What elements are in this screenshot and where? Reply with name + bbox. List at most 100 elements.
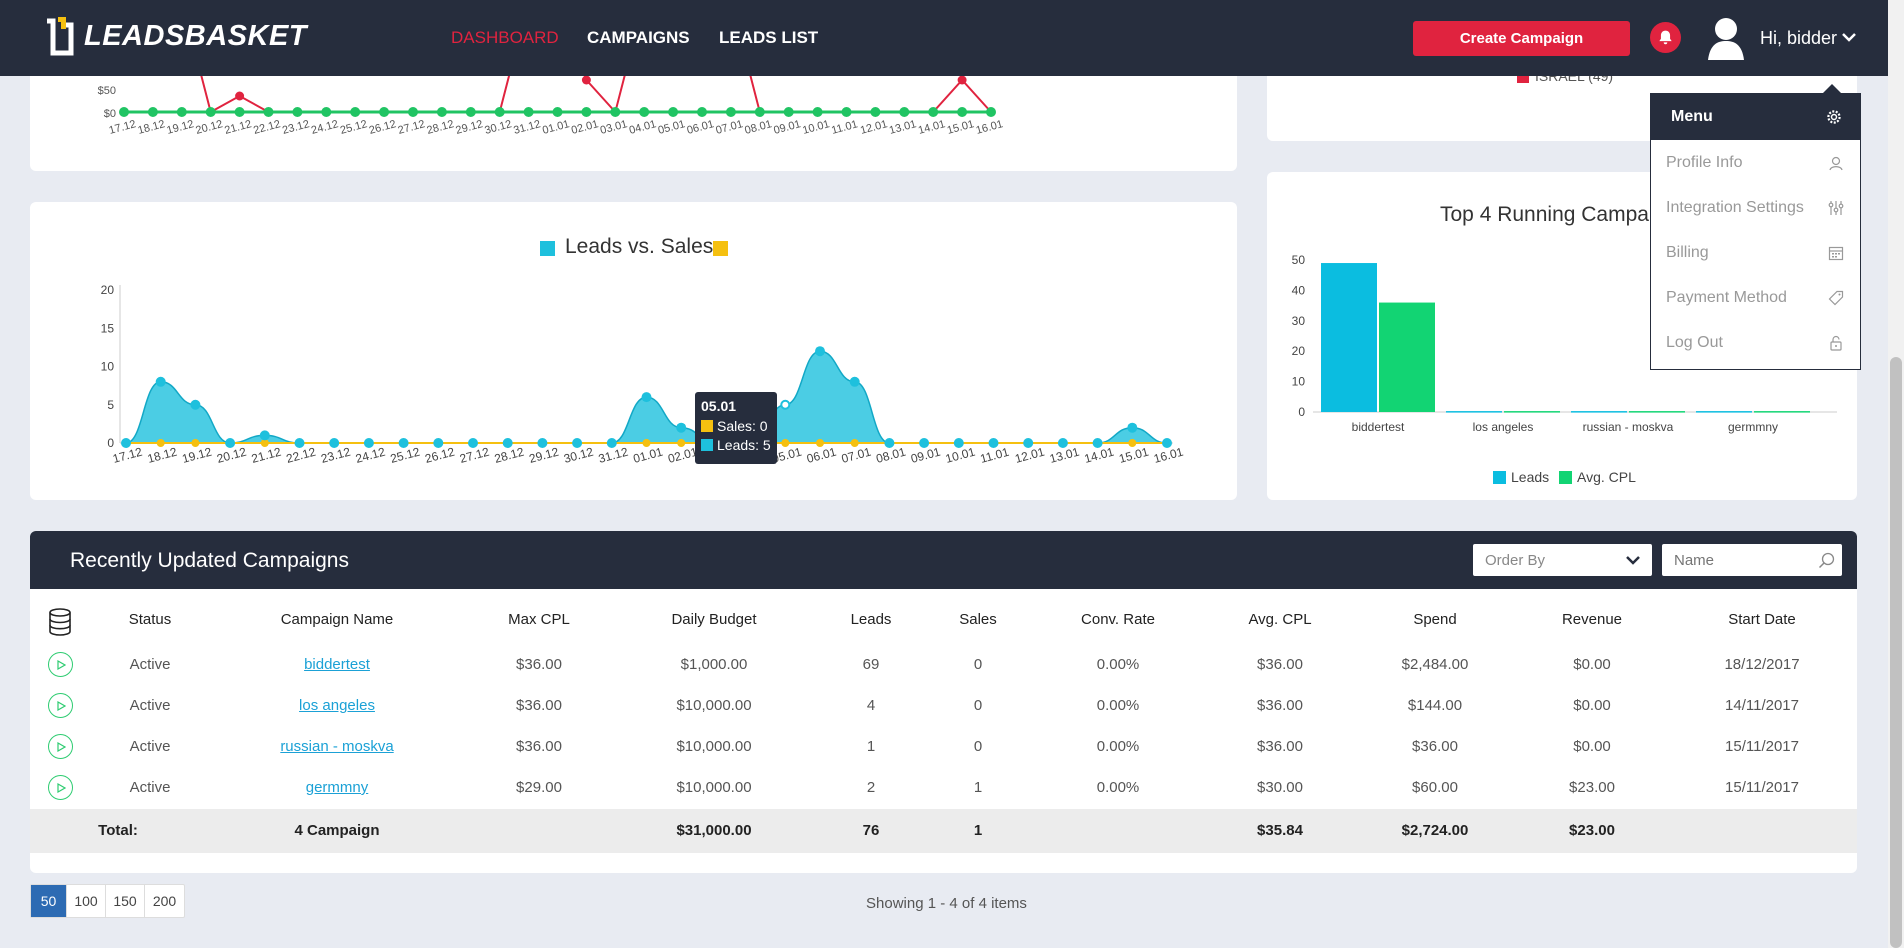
page-size-150[interactable]: 150 [106, 885, 145, 917]
x-tick-label: 13.01 [1048, 445, 1081, 466]
data-point-green [465, 107, 476, 117]
scrollbar-thumb[interactable] [1890, 357, 1902, 948]
nav-leads-list[interactable]: LEADS LIST [719, 28, 818, 48]
menu-header: Menu [1651, 94, 1860, 140]
tooltip-leads-text: Leads: 5 [717, 437, 771, 453]
nav-dashboard[interactable]: DASHBOARD [451, 28, 559, 48]
menu-item-profile-info[interactable]: Profile Info [1651, 140, 1860, 185]
data-point-green [725, 107, 736, 117]
brand-name: LEADSBASKET [84, 19, 308, 52]
x-tick-label: 15.01 [1117, 445, 1150, 466]
legend-leads-swatch [1493, 471, 1506, 484]
max-cpl: $29.00 [516, 779, 562, 796]
bar-leads [1321, 263, 1377, 412]
x-tick-label: 06.01 [805, 445, 838, 466]
column-header: Max CPL [508, 611, 570, 628]
sales-point [156, 439, 165, 447]
x-tick-label: 21.12 [250, 445, 283, 466]
user-greeting[interactable]: Hi, bidder [1760, 28, 1837, 49]
order-by-value: Order By [1485, 552, 1546, 569]
play-icon [56, 700, 66, 711]
table-title: Recently Updated Campaigns [70, 549, 349, 572]
menu-item-log-out[interactable]: Log Out [1651, 320, 1860, 365]
x-tick-label: 05.01 [657, 118, 687, 137]
play-button[interactable] [48, 734, 73, 759]
column-header: Sales [959, 611, 997, 628]
data-point-red [957, 75, 967, 85]
data-point-green [321, 107, 332, 117]
y-tick-label: 50 [1292, 253, 1306, 267]
data-point-green [957, 107, 968, 117]
menu-item-payment-method[interactable]: Payment Method [1651, 275, 1860, 320]
user-avatar[interactable] [1706, 14, 1746, 60]
menu-item-label: Payment Method [1666, 288, 1787, 306]
page-size-200[interactable]: 200 [145, 885, 184, 917]
sales: 0 [973, 738, 983, 755]
leads-point [815, 346, 825, 357]
page-size-100[interactable]: 100 [67, 885, 106, 917]
sales-point [1128, 439, 1137, 447]
spend: $60.00 [1412, 779, 1458, 796]
play-button[interactable] [48, 652, 73, 677]
menu-item-billing[interactable]: Billing [1651, 230, 1860, 275]
x-tick-label: 01.01 [632, 445, 665, 466]
x-tick-label: 18.12 [137, 118, 167, 137]
sliders-icon [1828, 200, 1844, 215]
data-point-green [379, 107, 390, 117]
data-point-green [119, 107, 129, 117]
data-point-green [263, 107, 274, 117]
create-campaign-button[interactable]: Create Campaign [1413, 21, 1630, 56]
campaign-link[interactable]: biddertest [304, 656, 370, 673]
play-icon [56, 659, 66, 670]
x-tick-label: 23.12 [281, 118, 311, 137]
y-tick-label: 0 [107, 436, 114, 450]
search-icon[interactable] [1818, 552, 1835, 569]
page-scrollbar[interactable] [1888, 0, 1904, 948]
chevron-down-icon[interactable] [1842, 30, 1856, 44]
tag-icon [1828, 290, 1844, 305]
x-tick-label: 18.12 [146, 445, 179, 466]
play-button[interactable] [48, 775, 73, 800]
data-point-green [494, 107, 505, 117]
x-tick-label: los angeles [1473, 420, 1534, 434]
user-icon [1829, 156, 1843, 170]
data-point-green [870, 107, 881, 117]
x-tick-label: 24.12 [354, 445, 387, 466]
conv-rate: 0.00% [1096, 779, 1140, 796]
notifications-button[interactable] [1650, 22, 1681, 53]
campaign-link[interactable]: russian - moskva [280, 738, 393, 755]
brand-logo[interactable]: LEADSBASKET [44, 13, 307, 59]
sales: 0 [973, 697, 983, 714]
bar-avg-cpl [1379, 302, 1435, 412]
campaign-link[interactable]: germmny [306, 779, 369, 796]
x-tick-label: 28.12 [426, 118, 456, 137]
sales-point [781, 439, 790, 447]
page-size-50[interactable]: 50 [31, 885, 67, 917]
data-point-green [292, 107, 303, 117]
x-tick-label: 14.01 [917, 118, 947, 137]
data-point-green [899, 107, 910, 117]
x-tick-label: 16.01 [1152, 445, 1185, 466]
data-point-red [235, 91, 245, 101]
gear-icon[interactable] [1826, 109, 1842, 125]
spend: $2,484.00 [1401, 656, 1469, 673]
tooltip-leads-swatch [701, 439, 713, 451]
leads-vs-sales-chart: 0 5 10 15 20 17.12 18.12 19.12 20.12 21.12 22.12 23… [101, 283, 1185, 466]
start-date: 15/11/2017 [1725, 779, 1799, 796]
order-by-select[interactable]: Order By [1473, 544, 1652, 576]
menu-item-integration-settings[interactable]: Integration Settings [1651, 185, 1860, 230]
data-point-green [234, 107, 245, 117]
nav-campaigns[interactable]: CAMPAIGNS [587, 28, 690, 48]
x-tick-label: 31.12 [512, 118, 542, 137]
x-tick-label: 25.12 [389, 445, 422, 466]
name-search-input[interactable] [1662, 544, 1842, 576]
leads: 1 [866, 738, 876, 755]
menu-item-label: Integration Settings [1666, 198, 1804, 216]
spend: $36.00 [1412, 738, 1458, 755]
status-text: Active [129, 656, 171, 673]
campaign-link[interactable]: los angeles [299, 697, 375, 714]
play-icon [56, 782, 66, 793]
play-button[interactable] [48, 693, 73, 718]
x-tick-label: 24.12 [310, 118, 340, 137]
page-size-selector: 50 100 150 200 [30, 884, 185, 918]
